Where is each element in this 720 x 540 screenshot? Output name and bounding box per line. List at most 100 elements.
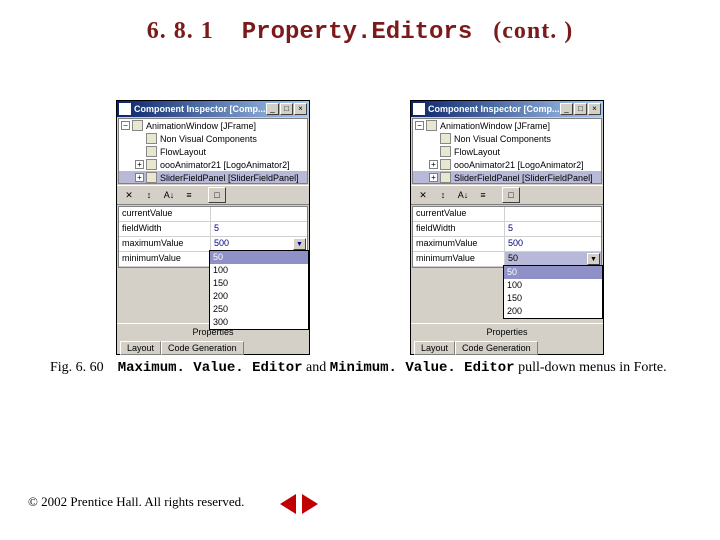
dropdown-option[interactable]: 100 [210,264,308,277]
tree-row[interactable]: −AnimationWindow [JFrame] [119,119,307,132]
maximize-button[interactable]: □ [574,103,587,115]
property-name: fieldWidth [119,222,211,236]
value-dropdown[interactable]: 50100150200 [503,265,603,319]
property-row[interactable]: maximumValue500 [413,237,601,252]
caption-code-1: Maximum. Value. Editor [118,360,303,376]
tab[interactable]: Code Generation [455,341,538,355]
expand-toggle[interactable]: + [135,160,144,169]
caption-mid: and [306,360,330,375]
property-value[interactable] [505,207,601,221]
node-icon [146,133,157,144]
dropdown-option[interactable]: 50 [504,266,602,279]
maximize-button[interactable]: □ [280,103,293,115]
section-heading: 6. 8. 1 Property.Editors (cont. ) [0,18,720,46]
app-icon [413,103,425,115]
node-label: FlowLayout [454,147,500,157]
property-row[interactable]: currentValue [413,207,601,222]
toolbar-button[interactable]: ↕ [140,187,158,203]
caption-fig: Fig. 6. 60 [50,360,104,375]
next-arrow-icon[interactable] [302,494,318,514]
toolbar-button[interactable]: ≡ [180,187,198,203]
toolbar-button[interactable]: ✕ [120,187,138,203]
expand-toggle[interactable]: − [415,121,424,130]
dropdown-option[interactable]: 200 [210,290,308,303]
property-row[interactable]: fieldWidth5 [413,222,601,237]
inspector-right: Component Inspector [Comp..._□×−Animatio… [410,100,604,355]
prev-arrow-icon[interactable] [280,494,296,514]
node-label: oooAnimator21 [LogoAnimator2] [160,160,290,170]
property-value[interactable] [211,207,307,221]
dropdown-option[interactable]: 200 [504,305,602,318]
component-tree[interactable]: −AnimationWindow [JFrame]Non Visual Comp… [412,118,602,184]
tree-row[interactable]: −AnimationWindow [JFrame] [413,119,601,132]
dropdown-option[interactable]: 150 [210,277,308,290]
property-value[interactable]: 5 [211,222,307,236]
dropdown-option[interactable]: 250 [210,303,308,316]
chevron-down-icon[interactable]: ▼ [587,253,600,265]
minimize-button[interactable]: _ [266,103,279,115]
expand-toggle[interactable]: + [429,173,438,182]
property-grid-wrap: currentValuefieldWidth5maximumValue500mi… [411,206,603,268]
property-value[interactable]: 500 [505,237,601,251]
close-button[interactable]: × [294,103,307,115]
dropdown-option[interactable]: 100 [504,279,602,292]
node-icon [440,146,451,157]
node-label: Non Visual Components [160,134,257,144]
window-titlebar: Component Inspector [Comp..._□× [411,101,603,117]
node-icon [440,133,451,144]
toolbar-button[interactable]: □ [208,187,226,203]
property-name: maximumValue [413,237,505,251]
toolbar-button[interactable]: A↓ [454,187,472,203]
property-value[interactable]: 5 [505,222,601,236]
chevron-down-icon[interactable]: ▼ [293,238,306,250]
toolbar-button[interactable]: ↕ [434,187,452,203]
property-name: currentValue [119,207,211,221]
node-icon [146,159,157,170]
node-icon [440,159,451,170]
close-button[interactable]: × [588,103,601,115]
tree-row[interactable]: + oooAnimator21 [LogoAnimator2] [119,158,307,171]
window-titlebar: Component Inspector [Comp..._□× [117,101,309,117]
property-name: fieldWidth [413,222,505,236]
value-dropdown[interactable]: 50100150200250300 [209,250,309,330]
minimize-button[interactable]: _ [560,103,573,115]
heading-code: Property.Editors [242,19,472,46]
copyright-footer: © 2002 Prentice Hall. All rights reserve… [28,494,244,510]
dropdown-option[interactable]: 300 [210,316,308,329]
expand-toggle[interactable]: − [121,121,130,130]
tree-row[interactable]: Non Visual Components [413,132,601,145]
tab[interactable]: Code Generation [161,341,244,355]
property-name: currentValue [413,207,505,221]
node-label: SliderFieldPanel [SliderFieldPanel] [160,173,299,183]
property-value[interactable]: 50▼ [505,252,601,266]
dropdown-option[interactable]: 50 [210,251,308,264]
figure-row: Component Inspector [Comp..._□×−Animatio… [0,100,720,355]
property-row[interactable]: currentValue [119,207,307,222]
tree-row[interactable]: + SliderFieldPanel [SliderFieldPanel] [119,171,307,184]
tab[interactable]: Layout [414,341,455,355]
expand-toggle[interactable]: + [429,160,438,169]
tree-row[interactable]: +SliderFieldPanel [SliderFieldPanel] [413,171,601,184]
node-icon [440,172,451,183]
property-row[interactable]: fieldWidth5 [119,222,307,237]
property-grid: currentValuefieldWidth5maximumValue500mi… [412,206,602,268]
toolbar-button[interactable]: ✕ [414,187,432,203]
toolbar-button[interactable]: ≡ [474,187,492,203]
toolbar-button[interactable]: A↓ [160,187,178,203]
tab[interactable]: Layout [120,341,161,355]
caption-post: pull-down menus in Forte. [518,360,667,375]
tree-row[interactable]: Non Visual Components [119,132,307,145]
property-name: minimumValue [413,252,505,266]
inspector-toolbar: ✕↕A↓≡ □ [411,185,603,205]
tree-row[interactable]: FlowLayout [119,145,307,158]
node-icon [426,120,437,131]
dropdown-option[interactable]: 150 [504,292,602,305]
tree-row[interactable]: +oooAnimator21 [LogoAnimator2] [413,158,601,171]
property-value[interactable]: 500▼ [211,237,307,251]
tree-row[interactable]: FlowLayout [413,145,601,158]
component-tree[interactable]: −AnimationWindow [JFrame] Non Visual Comp… [118,118,308,184]
expand-toggle[interactable]: + [135,173,144,182]
nav-arrows [280,494,318,514]
toolbar-button[interactable]: □ [502,187,520,203]
window-title: Component Inspector [Comp... [134,104,265,114]
